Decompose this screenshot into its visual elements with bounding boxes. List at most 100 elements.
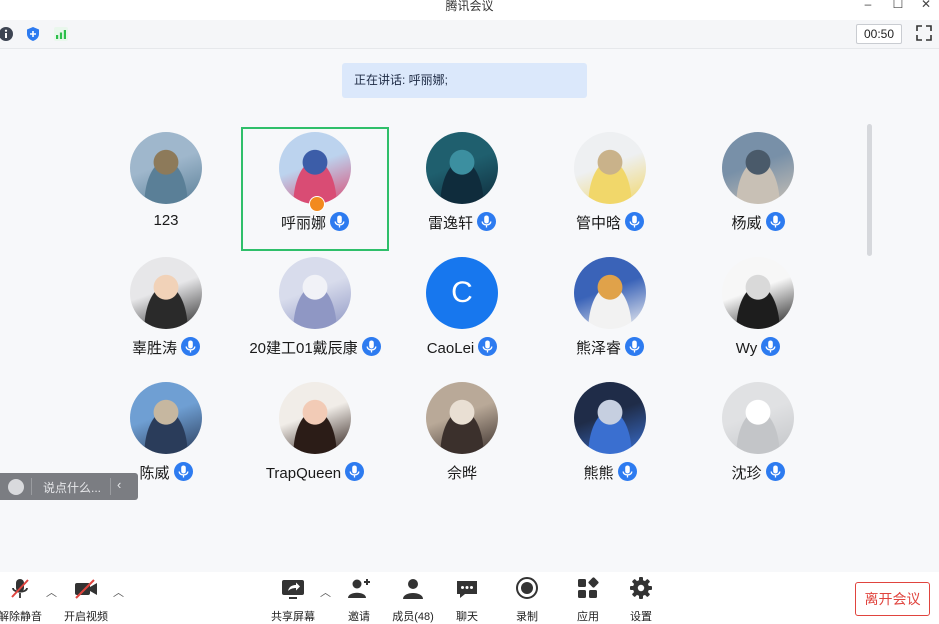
- close-button[interactable]: ✕: [918, 0, 934, 12]
- participant-name-row: 佘晔: [388, 462, 536, 483]
- emoji-icon[interactable]: [8, 479, 24, 495]
- top-toolbar: 00:50: [0, 20, 939, 49]
- audio-options-caret[interactable]: ︿: [46, 584, 57, 600]
- participant-avatar: [574, 382, 646, 454]
- participant-avatar: [279, 257, 351, 329]
- minimize-button[interactable]: –: [860, 0, 876, 12]
- participant-name: TrapQueen: [265, 465, 342, 482]
- participant-tile[interactable]: 沈珍: [684, 377, 832, 501]
- participant-tile[interactable]: 呼丽娜: [241, 127, 389, 251]
- participant-avatar: [722, 132, 794, 204]
- collapse-chat-icon[interactable]: ‹: [117, 477, 121, 492]
- apps-button[interactable]: 应用: [568, 576, 608, 623]
- members-icon: [403, 579, 423, 599]
- mic-icon: [625, 212, 644, 231]
- mic-icon: [765, 462, 785, 481]
- participant-name: 20建工01戴辰康: [249, 340, 358, 357]
- participant-avatar: [722, 382, 794, 454]
- participant-name-row: 辜胜涛: [92, 337, 240, 358]
- participant-tile[interactable]: 管中晗: [536, 127, 684, 251]
- participant-tile[interactable]: 雷逸轩: [388, 127, 536, 251]
- share-screen-button[interactable]: 共享屏幕: [268, 576, 318, 623]
- invite-button[interactable]: 邀请: [340, 576, 378, 623]
- participant-avatar: [426, 132, 498, 204]
- participant-avatar: [279, 132, 351, 204]
- participant-name: 123: [153, 212, 179, 229]
- participant-name: 辜胜涛: [131, 340, 177, 357]
- participant-avatar: C: [426, 257, 498, 329]
- security-shield-icon[interactable]: [25, 26, 41, 42]
- window-title: 腾讯会议: [445, 0, 494, 13]
- participant-name-row: Wy: [684, 337, 832, 357]
- mic-icon: [330, 212, 349, 231]
- record-button[interactable]: 录制: [507, 576, 547, 623]
- members-button[interactable]: 成员(48): [388, 576, 438, 623]
- settings-button[interactable]: 设置: [621, 576, 661, 623]
- share-options-caret[interactable]: ︿: [320, 584, 331, 600]
- participant-name: 熊泽睿: [575, 340, 621, 357]
- video-options-caret[interactable]: ︿: [113, 584, 124, 600]
- participant-name-row: 雷逸轩: [388, 212, 536, 233]
- mic-icon: [345, 462, 365, 481]
- fullscreen-icon[interactable]: [915, 24, 933, 42]
- participant-avatar: [722, 257, 794, 329]
- participant-name-row: TrapQueen: [241, 462, 389, 482]
- participant-tile[interactable]: 熊熊: [536, 377, 684, 501]
- participant-name-row: 123: [92, 212, 240, 229]
- chat-button[interactable]: 聊天: [447, 576, 487, 623]
- participant-tile[interactable]: 杨威: [684, 127, 832, 251]
- mic-icon: [477, 212, 496, 231]
- chat-divider-right: [110, 478, 111, 495]
- participant-avatar: [130, 132, 202, 204]
- participant-name: 陈威: [139, 465, 170, 482]
- participant-name-row: 管中晗: [536, 212, 684, 233]
- share-screen-icon: [282, 580, 304, 599]
- participant-tile[interactable]: 20建工01戴辰康: [241, 252, 389, 376]
- participant-name: 熊熊: [583, 465, 614, 482]
- participant-avatar: [279, 382, 351, 454]
- mic-icon: [181, 337, 200, 356]
- mic-icon: [625, 337, 644, 356]
- mic-icon: [173, 462, 193, 481]
- participant-name-row: 熊泽睿: [536, 337, 684, 358]
- signal-icon[interactable]: [53, 26, 69, 42]
- mic-icon: [765, 212, 785, 231]
- participant-avatar: [574, 257, 646, 329]
- start-video-button[interactable]: 开启视频: [62, 576, 110, 623]
- info-icon[interactable]: [0, 26, 14, 42]
- muted-mic-icon: [11, 579, 29, 598]
- invite-icon: [348, 579, 370, 598]
- participant-tile[interactable]: 熊泽睿: [536, 252, 684, 376]
- mic-icon: [361, 337, 381, 356]
- chat-placeholder[interactable]: 说点什么...: [43, 479, 101, 496]
- leave-meeting-button[interactable]: 离开会议: [855, 582, 930, 616]
- chat-input-bar[interactable]: 说点什么... ‹: [0, 473, 138, 500]
- participant-tile[interactable]: C CaoLei: [388, 252, 536, 376]
- chat-icon: [457, 581, 477, 598]
- participant-name-row: 熊熊: [536, 462, 684, 483]
- participant-tile[interactable]: 123: [92, 127, 240, 251]
- participant-name-row: 杨威: [684, 212, 832, 233]
- participant-name: 佘晔: [446, 465, 477, 482]
- participant-tile[interactable]: TrapQueen: [241, 377, 389, 501]
- participant-name-row: CaoLei: [388, 337, 536, 357]
- participant-tile[interactable]: Wy: [684, 252, 832, 376]
- participant-name: CaoLei: [426, 340, 475, 357]
- speaking-indicator: 正在讲话: 呼丽娜;: [342, 63, 587, 98]
- video-off-icon: [75, 579, 97, 599]
- meeting-timer: 00:50: [856, 24, 902, 44]
- maximize-button[interactable]: ☐: [890, 0, 906, 12]
- participant-name: Wy: [735, 340, 758, 357]
- participant-name: 杨威: [731, 215, 762, 232]
- gear-icon: [630, 577, 652, 599]
- apps-icon: [578, 577, 599, 598]
- participant-tile[interactable]: 佘晔: [388, 377, 536, 501]
- unmute-button[interactable]: 解除静音: [0, 576, 44, 623]
- participant-avatar: [574, 132, 646, 204]
- grid-scrollbar[interactable]: [867, 124, 872, 256]
- participant-name: 呼丽娜: [280, 215, 326, 232]
- mic-icon: [617, 462, 637, 481]
- chat-divider: [31, 478, 32, 495]
- bottom-toolbar: 解除静音 ︿ 开启视频 ︿ 共享屏幕 ︿ 邀请 成员(48) 聊天 录制 应用 …: [0, 572, 939, 623]
- participant-tile[interactable]: 辜胜涛: [92, 252, 240, 376]
